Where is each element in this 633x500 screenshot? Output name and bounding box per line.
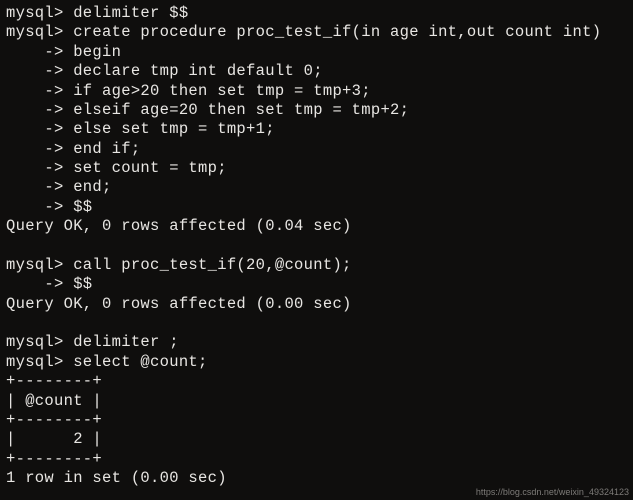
terminal-line: +--------+ xyxy=(6,372,627,391)
terminal-line: mysql> create procedure proc_test_if(in … xyxy=(6,23,627,42)
terminal-line: | 2 | xyxy=(6,430,627,449)
terminal-line: -> end if; xyxy=(6,140,627,159)
terminal-line: -> else set tmp = tmp+1; xyxy=(6,120,627,139)
terminal-line: -> if age>20 then set tmp = tmp+3; xyxy=(6,82,627,101)
terminal-line: mysql> delimiter $$ xyxy=(6,4,627,23)
terminal-line xyxy=(6,314,627,333)
terminal-line: mysql> select @count; xyxy=(6,353,627,372)
terminal-line: -> begin xyxy=(6,43,627,62)
terminal-line: -> $$ xyxy=(6,275,627,294)
terminal-line: Query OK, 0 rows affected (0.00 sec) xyxy=(6,295,627,314)
terminal-line: +--------+ xyxy=(6,450,627,469)
terminal-line: 1 row in set (0.00 sec) xyxy=(6,469,627,488)
terminal-line: -> $$ xyxy=(6,198,627,217)
watermark-text: https://blog.csdn.net/weixin_49324123 xyxy=(476,487,629,498)
terminal-line: mysql> call proc_test_if(20,@count); xyxy=(6,256,627,275)
terminal-line: | @count | xyxy=(6,392,627,411)
terminal-line: -> declare tmp int default 0; xyxy=(6,62,627,81)
terminal-output: mysql> delimiter $$mysql> create procedu… xyxy=(6,4,627,488)
terminal-line: -> set count = tmp; xyxy=(6,159,627,178)
terminal-line: mysql> delimiter ; xyxy=(6,333,627,352)
terminal-line: -> elseif age=20 then set tmp = tmp+2; xyxy=(6,101,627,120)
terminal-line xyxy=(6,237,627,256)
terminal-line: +--------+ xyxy=(6,411,627,430)
terminal-line: Query OK, 0 rows affected (0.04 sec) xyxy=(6,217,627,236)
terminal-line: -> end; xyxy=(6,178,627,197)
